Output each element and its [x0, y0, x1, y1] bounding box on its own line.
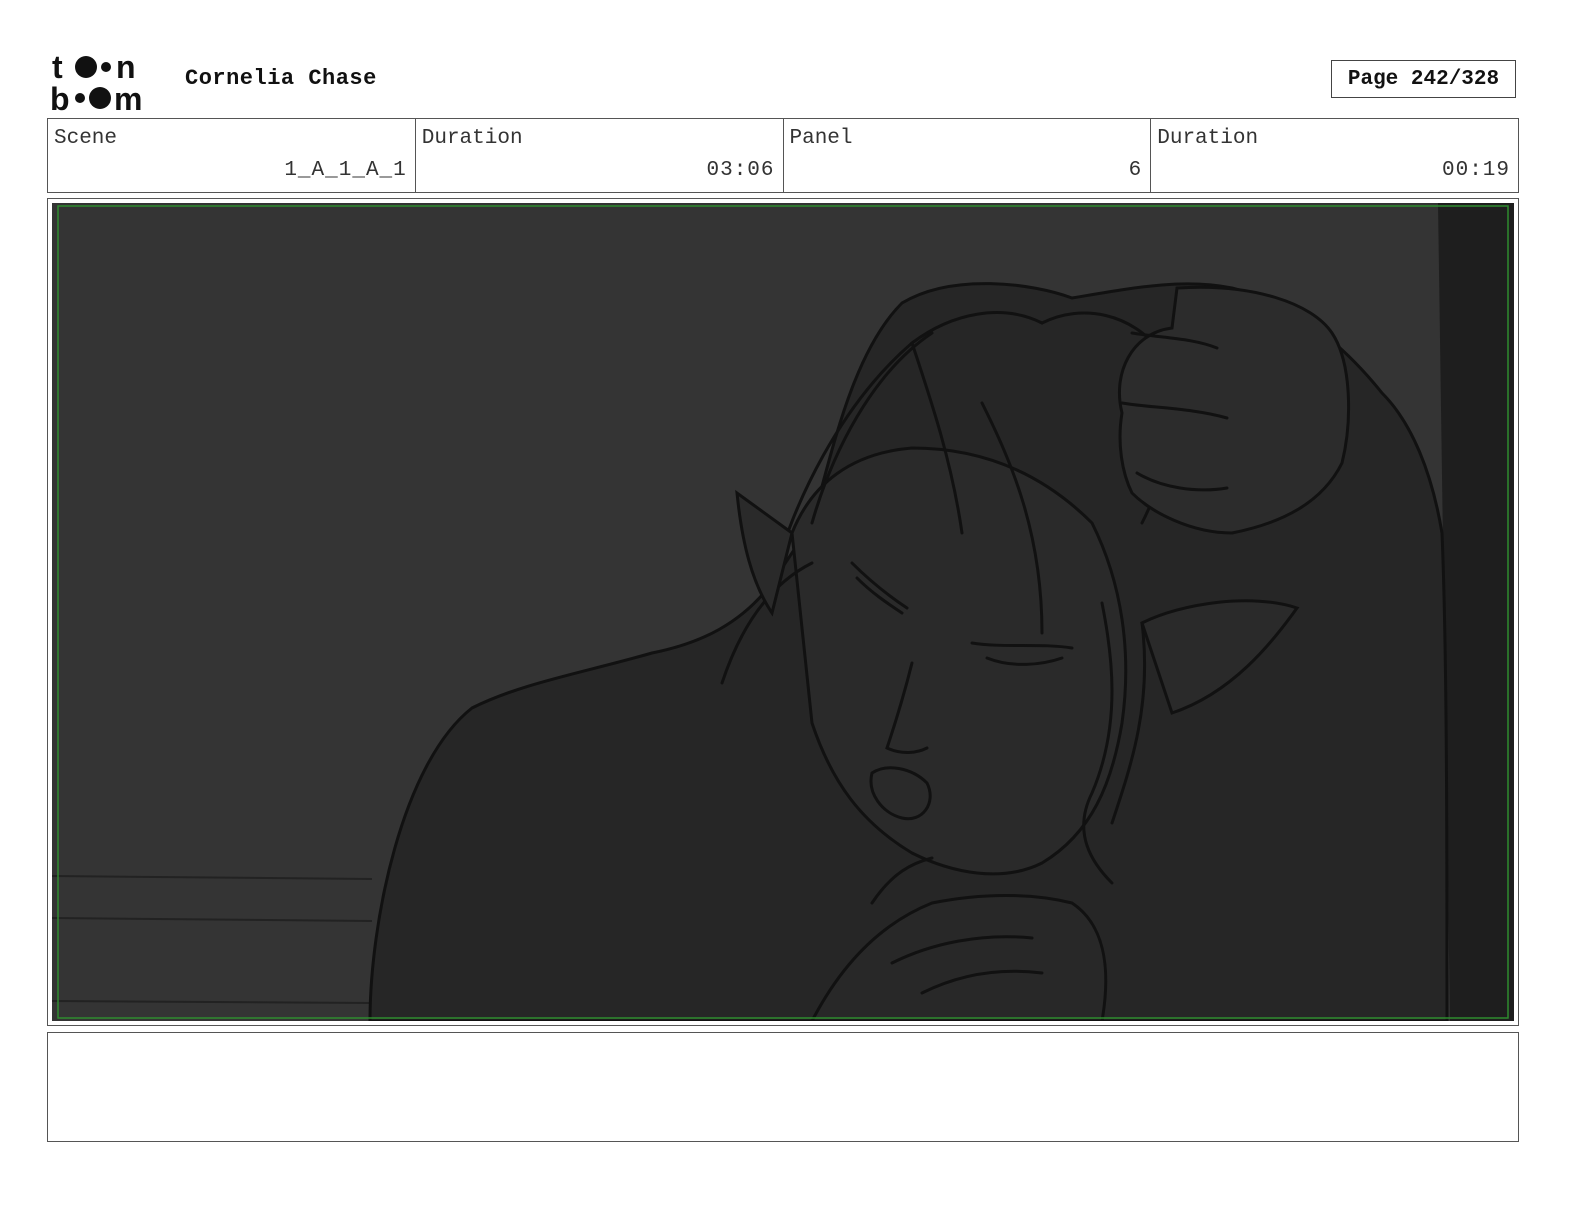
panel-value: 6	[1128, 159, 1143, 182]
panel-duration-label: Duration	[1157, 127, 1259, 150]
panel-duration-value: 00:19	[1441, 159, 1510, 182]
panel-duration-cell: Duration 00:19	[1151, 119, 1518, 192]
panel-notes-box	[47, 1032, 1519, 1142]
svg-text:b: b	[50, 81, 70, 114]
scene-duration-cell: Duration 03:06	[416, 119, 784, 192]
scene-cell: Scene 1_A_1_A_1	[48, 119, 416, 192]
scene-duration-value: 03:06	[706, 159, 775, 182]
svg-text:m: m	[114, 81, 142, 114]
project-title: Cornelia Chase	[185, 66, 377, 91]
scene-duration-label: Duration	[421, 127, 523, 150]
panel-cell: Panel 6	[784, 119, 1152, 192]
svg-text:t: t	[52, 50, 63, 85]
scene-info-table: Scene 1_A_1_A_1 Duration 03:06 Panel 6 D…	[47, 118, 1519, 193]
svg-text:n: n	[116, 50, 136, 85]
toon-boom-logo: t n b m	[50, 49, 164, 117]
scene-value: 1_A_1_A_1	[284, 159, 407, 182]
panel-label: Panel	[789, 127, 853, 150]
page-number: Page 242/328	[1331, 60, 1516, 98]
storyboard-panel-image	[51, 203, 1514, 1023]
scene-label: Scene	[54, 127, 118, 150]
